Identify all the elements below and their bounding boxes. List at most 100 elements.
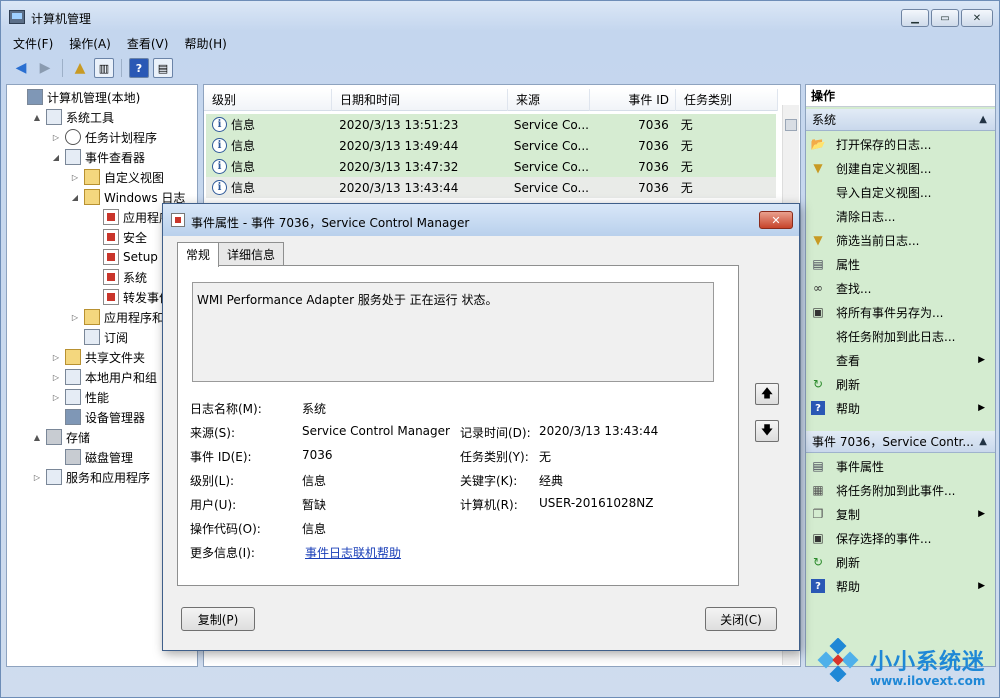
expand-toggle-icon[interactable]: ▷ bbox=[51, 373, 61, 382]
tree-item[interactable]: ▷自定义视图 bbox=[70, 167, 164, 187]
maximize-button[interactable]: ▭ bbox=[931, 9, 959, 27]
tree-item[interactable]: 订阅 bbox=[70, 327, 128, 347]
clock-icon bbox=[65, 129, 81, 145]
column-datetime[interactable]: 日期和时间 bbox=[332, 89, 508, 111]
tree-item[interactable]: 转发事件 bbox=[89, 287, 171, 307]
expand-toggle-icon[interactable]: ▷ bbox=[70, 313, 80, 322]
action-item[interactable]: ↻刷新 bbox=[806, 551, 995, 573]
copy-button[interactable]: 复制(P) bbox=[181, 607, 255, 631]
tab-details[interactable]: 详细信息 bbox=[218, 242, 284, 266]
tree-item[interactable]: ▷性能 bbox=[51, 387, 109, 407]
expand-toggle-icon[interactable]: ▷ bbox=[51, 133, 61, 142]
action-item[interactable]: ▣将所有事件另存为... bbox=[806, 301, 995, 323]
tree-item[interactable]: 系统 bbox=[89, 267, 147, 287]
action-item[interactable]: 📂打开保存的日志... bbox=[806, 133, 995, 155]
collapse-icon[interactable]: ▲ bbox=[979, 431, 987, 453]
tree-item[interactable]: 磁盘管理 bbox=[51, 447, 133, 467]
tree-item[interactable]: ▷ 本地用户和组 bbox=[51, 367, 157, 387]
expand-toggle-icon[interactable]: ◢ bbox=[70, 193, 80, 202]
source-label: 来源(S): bbox=[190, 424, 235, 441]
tree-item[interactable]: ▷应用程序和服 bbox=[70, 307, 176, 327]
action-item[interactable]: ❐复制▶ bbox=[806, 503, 995, 525]
title-bar: 计算机管理 ▁ ▭ ✕ bbox=[1, 1, 999, 33]
event-description[interactable]: WMI Performance Adapter 服务处于 正在运行 状态。 bbox=[192, 282, 714, 382]
back-arrow-icon[interactable]: ◀ bbox=[11, 58, 31, 78]
event-id-label: 事件 ID(E): bbox=[190, 448, 252, 465]
action-item[interactable]: ▤属性 bbox=[806, 253, 995, 275]
expand-toggle-icon[interactable]: ▷ bbox=[32, 473, 42, 482]
tree-item[interactable]: 计算机管理(本地) bbox=[13, 87, 140, 107]
close-button[interactable]: ✕ bbox=[961, 9, 993, 27]
column-source[interactable]: 来源 bbox=[508, 89, 590, 111]
tree-item[interactable]: ▲存储 bbox=[32, 427, 90, 447]
show-hide-tree-icon[interactable]: ▥ bbox=[94, 58, 114, 78]
event-properties-dialog: 事件属性 - 事件 7036，Service Control Manager ✕… bbox=[162, 203, 800, 651]
action-item[interactable]: 导入自定义视图... bbox=[806, 181, 995, 203]
table-row[interactable]: i信息2020/3/13 13:51:23Service Co...7036无 bbox=[206, 114, 776, 135]
table-row[interactable]: i信息2020/3/13 13:49:44Service Co...7036无 bbox=[206, 135, 776, 156]
tree-item[interactable]: 安全 bbox=[89, 227, 147, 247]
action-item[interactable]: 查看▶ bbox=[806, 349, 995, 371]
previous-event-button[interactable]: 🡅 bbox=[755, 383, 779, 405]
tree-item[interactable]: 应用程序 bbox=[89, 207, 171, 227]
cell-category: 无 bbox=[675, 137, 776, 154]
tree-item[interactable]: Setup bbox=[89, 247, 158, 267]
minimize-button[interactable]: ▁ bbox=[901, 9, 929, 27]
expand-toggle-icon[interactable]: ▷ bbox=[51, 353, 61, 362]
expand-toggle-icon[interactable]: ◢ bbox=[51, 153, 61, 162]
table-row[interactable]: i信息2020/3/13 13:43:44Service Co...7036无 bbox=[206, 177, 776, 198]
action-item[interactable]: ▼筛选当前日志... bbox=[806, 229, 995, 251]
close-dialog-button[interactable]: 关闭(C) bbox=[705, 607, 777, 631]
up-folder-icon[interactable]: ▲ bbox=[70, 58, 90, 78]
info-icon: i bbox=[212, 138, 227, 153]
action-item[interactable]: ?帮助▶ bbox=[806, 575, 995, 597]
show-action-pane-icon[interactable]: ▤ bbox=[153, 58, 173, 78]
action-item[interactable]: ▤事件属性 bbox=[806, 455, 995, 477]
column-task-category[interactable]: 任务类别 bbox=[676, 89, 778, 111]
collapse-icon[interactable]: ▲ bbox=[979, 109, 987, 131]
action-item[interactable]: ▣保存选择的事件... bbox=[806, 527, 995, 549]
menu-bar: 文件(F) 操作(A) 查看(V) 帮助(H) bbox=[5, 32, 235, 54]
action-label: 刷新 bbox=[836, 376, 860, 393]
next-event-button[interactable]: 🡇 bbox=[755, 420, 779, 442]
table-row[interactable]: i信息2020/3/13 13:47:32Service Co...7036无 bbox=[206, 156, 776, 177]
action-item[interactable]: ▦将任务附加到此事件... bbox=[806, 479, 995, 501]
dialog-close-button[interactable]: ✕ bbox=[759, 211, 793, 229]
action-item[interactable]: ∞查找... bbox=[806, 277, 995, 299]
column-event-id[interactable]: 事件 ID bbox=[590, 89, 676, 111]
forward-arrow-icon[interactable]: ▶ bbox=[35, 58, 55, 78]
action-item[interactable]: ▼创建自定义视图... bbox=[806, 157, 995, 179]
menu-file[interactable]: 文件(F) bbox=[5, 32, 61, 54]
help-icon[interactable]: ? bbox=[129, 58, 149, 78]
tree-item[interactable]: ▷服务和应用程序 bbox=[32, 467, 150, 487]
tree-item[interactable]: ◢事件查看器 bbox=[51, 147, 145, 167]
menu-action[interactable]: 操作(A) bbox=[61, 32, 119, 54]
action-item[interactable]: 将任务附加到此日志... bbox=[806, 325, 995, 347]
expand-toggle-icon[interactable]: ▷ bbox=[70, 173, 80, 182]
cell-source: Service Co... bbox=[508, 118, 589, 132]
tab-general[interactable]: 常规 bbox=[177, 242, 219, 267]
column-level[interactable]: 级别 bbox=[204, 89, 332, 111]
menu-help[interactable]: 帮助(H) bbox=[176, 32, 234, 54]
action-item[interactable]: ↻刷新 bbox=[806, 373, 995, 395]
tree-item[interactable]: ▷共享文件夹 bbox=[51, 347, 145, 367]
tree-item[interactable]: ▲系统工具 bbox=[32, 107, 114, 127]
tree-item[interactable]: 设备管理器 bbox=[51, 407, 145, 427]
tree-item[interactable]: ▷ 任务计划程序 bbox=[51, 127, 157, 147]
action-label: 属性 bbox=[836, 256, 860, 273]
expand-toggle-icon[interactable]: ▲ bbox=[32, 433, 42, 442]
tree-item-label: 本地用户和组 bbox=[85, 369, 157, 386]
expand-toggle-icon[interactable]: ▲ bbox=[32, 113, 42, 122]
toolbar: ◀ ▶ ▲ ▥ ? ▤ bbox=[5, 55, 995, 81]
expand-toggle-icon[interactable]: ▷ bbox=[51, 393, 61, 402]
computer-label: 计算机(R): bbox=[460, 496, 518, 513]
menu-view[interactable]: 查看(V) bbox=[119, 32, 177, 54]
event-list-header: 级别 日期和时间 来源 事件 ID 任务类别 bbox=[204, 89, 778, 111]
level-text: 信息 bbox=[231, 158, 255, 175]
event-log-online-help-link[interactable]: 事件日志联机帮助 bbox=[305, 544, 401, 561]
actions-section-system[interactable]: 系统 ▲ bbox=[806, 109, 995, 131]
action-item[interactable]: ?帮助▶ bbox=[806, 397, 995, 419]
action-item[interactable]: 清除日志... bbox=[806, 205, 995, 227]
tree-item-label: 任务计划程序 bbox=[85, 129, 157, 146]
actions-section-event[interactable]: 事件 7036，Service Contr... ▲ bbox=[806, 431, 995, 453]
